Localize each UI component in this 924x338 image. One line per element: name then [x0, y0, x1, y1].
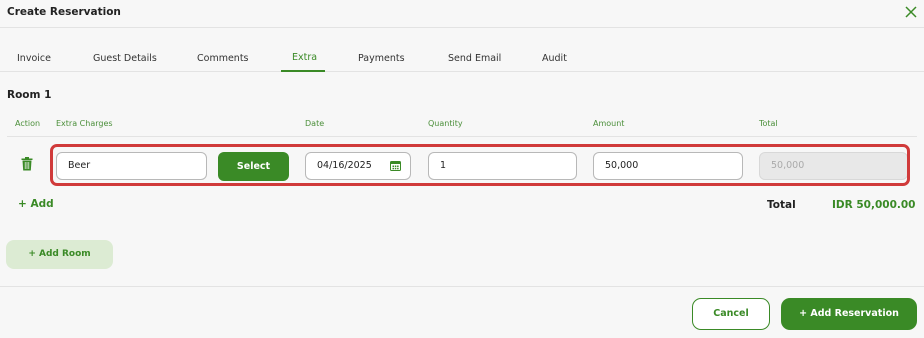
tab-invoice[interactable]: Invoice — [17, 53, 51, 64]
column-header-extra-charges: Extra Charges — [56, 119, 113, 128]
tab-extra[interactable]: Extra — [292, 52, 317, 63]
tab-payments[interactable]: Payments — [358, 53, 405, 64]
active-tab-indicator — [281, 70, 325, 72]
add-reservation-button[interactable]: + Add Reservation — [781, 298, 917, 330]
column-header-quantity: Quantity — [428, 119, 463, 128]
add-charge-button[interactable]: + Add — [18, 198, 54, 210]
close-icon[interactable] — [903, 4, 919, 20]
total-label: Total — [767, 199, 796, 211]
add-room-button[interactable]: + Add Room — [6, 240, 113, 269]
column-header-action: Action — [15, 119, 41, 128]
tab-audit[interactable]: Audit — [542, 53, 567, 64]
dialog-title: Create Reservation — [7, 6, 121, 18]
column-header-date: Date — [305, 119, 325, 128]
column-header-total: Total — [759, 119, 778, 128]
tab-comments[interactable]: Comments — [197, 53, 249, 64]
footer-divider — [0, 286, 924, 287]
row-highlight-outline — [50, 144, 910, 186]
tab-guest-details[interactable]: Guest Details — [93, 53, 157, 64]
total-value: IDR 50,000.00 — [832, 199, 916, 211]
tab-send-email[interactable]: Send Email — [448, 53, 501, 64]
header-divider — [7, 136, 917, 137]
column-header-amount: Amount — [593, 119, 625, 128]
dialog-header: Create Reservation — [0, 0, 924, 28]
cancel-button[interactable]: Cancel — [692, 298, 770, 330]
tab-bar: Invoice Guest Details Comments Extra Pay… — [0, 48, 924, 72]
room-title: Room 1 — [7, 89, 52, 101]
trash-icon[interactable] — [21, 157, 33, 171]
